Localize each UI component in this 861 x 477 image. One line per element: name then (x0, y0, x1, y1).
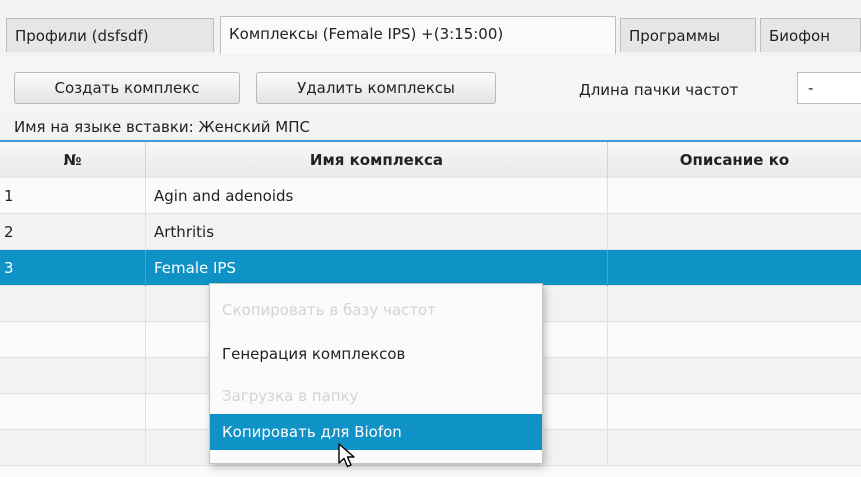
menu-item-copy-to-frequency-base[interactable]: Скопировать в базу частот (210, 292, 542, 328)
tab-biofon[interactable]: Биофон (760, 18, 861, 52)
mouse-pointer-icon (338, 443, 355, 468)
insert-language-name: Имя на языке вставки: Женский МПС (14, 118, 310, 136)
complex-description (608, 250, 861, 286)
table-row-selected[interactable]: 3 Female IPS (0, 250, 861, 286)
context-menu: Скопировать в базу частот Генерация комп… (209, 283, 543, 464)
table-row[interactable]: 2 Arthritis (0, 214, 861, 250)
complex-description (608, 178, 861, 214)
tab-bar: Профили (dsfsdf) Комплексы (Female IPS) … (0, 0, 861, 56)
row-number: 3 (0, 250, 146, 286)
complex-name: Female IPS (146, 250, 608, 286)
toolbar: Создать комплекс Удалить комплексы Длина… (0, 56, 861, 116)
complex-name: Arthritis (146, 214, 608, 250)
tab-programs-label: Программы (629, 27, 721, 45)
tab-profiles[interactable]: Профили (dsfsdf) (6, 18, 214, 52)
delete-complexes-button[interactable]: Удалить комплексы (256, 72, 496, 104)
column-header-description[interactable]: Описание ко (608, 142, 861, 178)
row-number (0, 394, 146, 430)
create-complex-button[interactable]: Создать комплекс (14, 72, 240, 104)
row-number (0, 358, 146, 394)
frequency-pack-length-label: Длина пачки частот (579, 81, 739, 99)
table-header: № Имя комплекса Описание ко (0, 142, 861, 179)
column-header-name[interactable]: Имя комплекса (146, 142, 608, 178)
tab-complexes-label: Комплексы (Female IPS) +(3:15:00) (229, 25, 504, 43)
column-header-number[interactable]: № (0, 142, 146, 178)
row-number (0, 286, 146, 322)
frequency-pack-length-select[interactable]: - (797, 72, 861, 104)
menu-item-load-to-folder[interactable]: Загрузка в папку (210, 378, 542, 414)
row-number (0, 322, 146, 358)
row-number: 2 (0, 214, 146, 250)
frequency-pack-length-value: - (808, 79, 814, 97)
menu-item-copy-for-biofon[interactable]: Копировать для Biofon (210, 414, 542, 450)
tab-profiles-label: Профили (dsfsdf) (15, 27, 149, 45)
tab-programs[interactable]: Программы (620, 18, 756, 52)
complex-description (608, 214, 861, 250)
complex-description (608, 358, 861, 394)
tab-biofon-label: Биофон (769, 27, 831, 45)
complex-description (608, 430, 861, 466)
complex-description (608, 286, 861, 322)
menu-item-generate-complexes[interactable]: Генерация комплексов (210, 336, 542, 372)
row-number (0, 430, 146, 466)
row-number: 1 (0, 178, 146, 214)
complex-name: Agin and adenoids (146, 178, 608, 214)
tab-complexes[interactable]: Комплексы (Female IPS) +(3:15:00) (220, 16, 616, 54)
complex-description (608, 394, 861, 430)
complex-description (608, 322, 861, 358)
table-row[interactable]: 1 Agin and adenoids (0, 178, 861, 214)
